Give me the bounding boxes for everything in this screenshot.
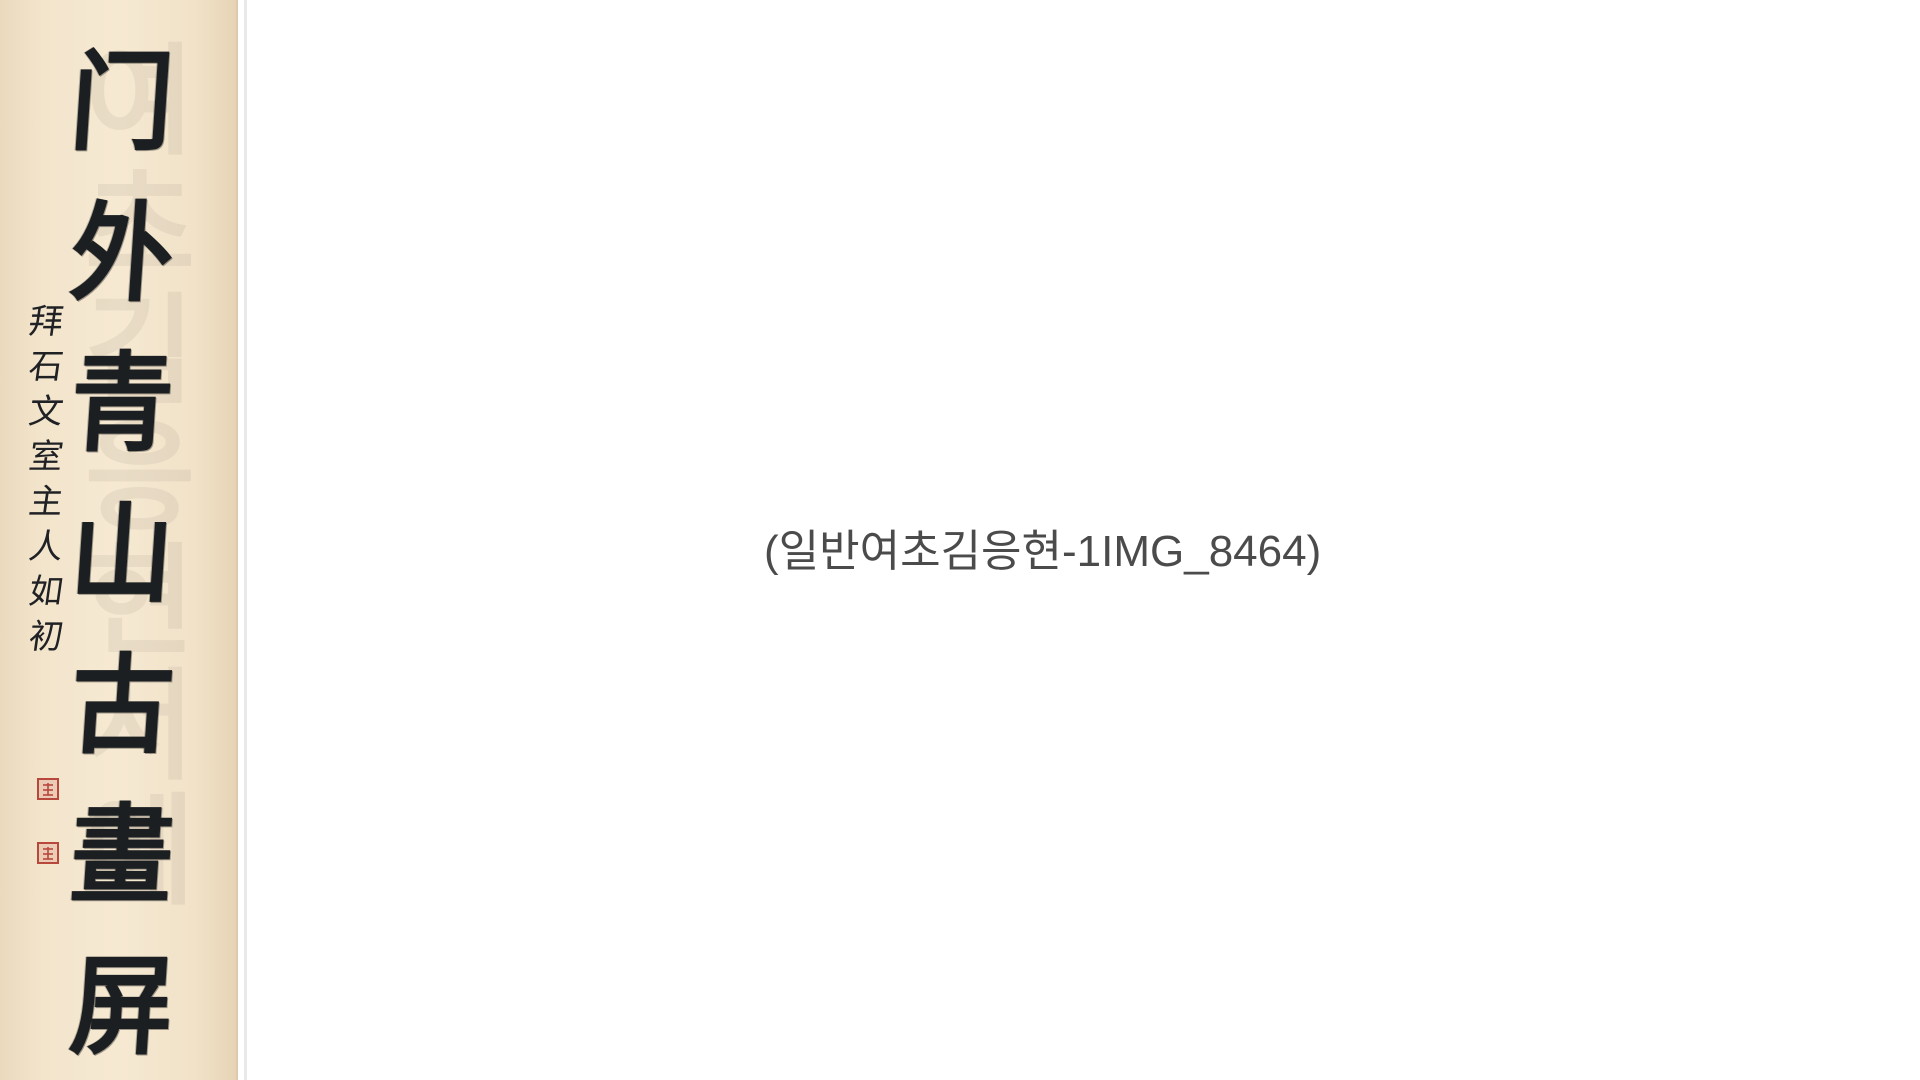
signature-char: 人 bbox=[26, 527, 66, 567]
image-caption: (일반여초김응현-1IMG_8464) bbox=[764, 527, 1322, 576]
calligraphy-scroll-image: 여 초 김 응 현 서 예 门 外 青 山 古 畫 屏 拜 石 文 室 主 人 … bbox=[0, 0, 238, 1080]
calligraphy-char: 青 bbox=[66, 341, 178, 468]
calligraphy-char: 山 bbox=[66, 491, 178, 618]
signature-char: 石 bbox=[26, 347, 66, 387]
signature-column: 拜 石 文 室 主 人 如 初 bbox=[20, 300, 72, 660]
calligraphy-char: 古 bbox=[66, 642, 178, 769]
signature-char: 如 bbox=[26, 572, 66, 612]
signature-char: 文 bbox=[26, 392, 66, 432]
image-divider bbox=[244, 0, 247, 1080]
red-seal-icon bbox=[37, 842, 59, 864]
calligraphy-char: 外 bbox=[66, 190, 178, 317]
signature-char: 室 bbox=[26, 437, 66, 477]
calligraphy-char: 屏 bbox=[66, 943, 178, 1070]
red-seal-icon bbox=[37, 778, 59, 800]
signature-char: 拜 bbox=[26, 302, 66, 342]
page: 여 초 김 응 현 서 예 门 外 青 山 古 畫 屏 拜 石 文 室 主 人 … bbox=[0, 0, 1920, 1080]
signature-char: 初 bbox=[26, 617, 66, 657]
main-calligraphy-column: 门 外 青 山 古 畫 屏 bbox=[62, 40, 182, 1070]
calligraphy-char: 畫 bbox=[66, 793, 178, 920]
signature-char: 主 bbox=[26, 482, 66, 522]
calligraphy-char: 门 bbox=[66, 40, 178, 166]
